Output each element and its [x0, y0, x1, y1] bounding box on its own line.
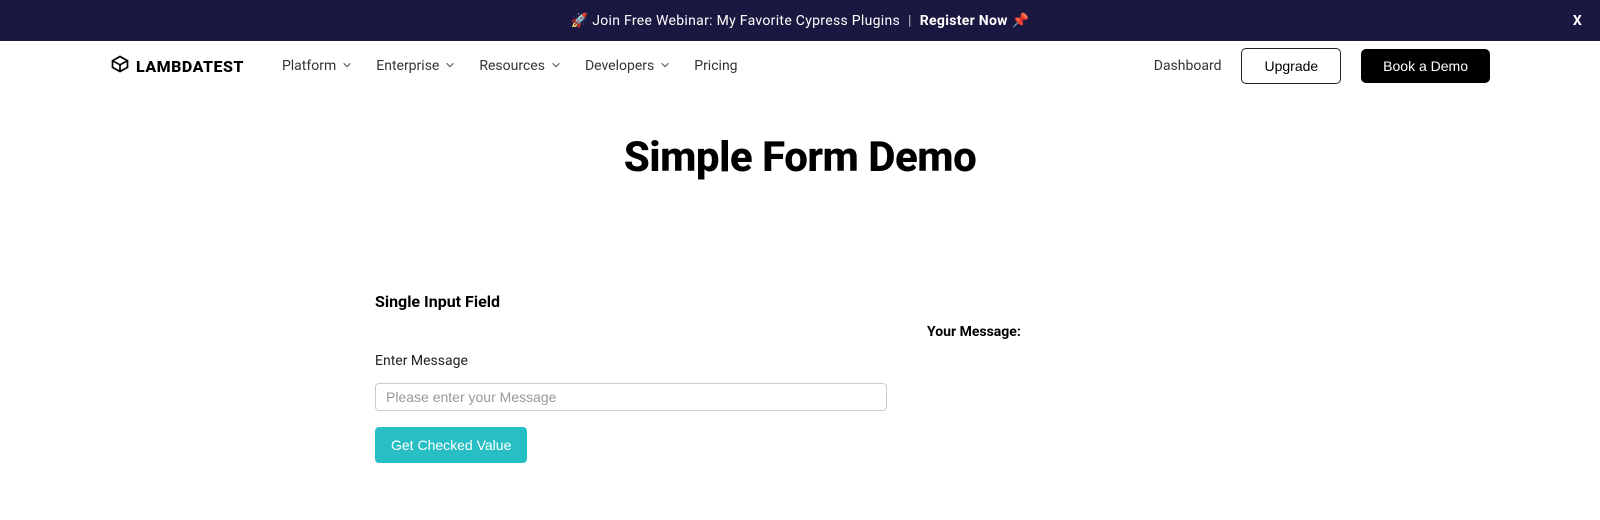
- promo-banner: 🚀 Join Free Webinar: My Favorite Cypress…: [0, 0, 1600, 41]
- page-title: Simple Form Demo: [0, 133, 1600, 182]
- message-field-label: Enter Message: [375, 353, 887, 369]
- nav-label: Enterprise: [376, 58, 439, 74]
- logo-text: LAMBDATEST: [136, 57, 244, 76]
- message-input[interactable]: [375, 383, 887, 411]
- rocket-icon: 🚀: [571, 13, 589, 29]
- upgrade-button[interactable]: Upgrade: [1241, 48, 1341, 84]
- section-heading: Single Input Field: [375, 292, 887, 311]
- nav-pricing[interactable]: Pricing: [694, 58, 737, 74]
- form-section: Single Input Field Enter Message Get Che…: [375, 292, 887, 463]
- nav-label: Developers: [585, 58, 654, 74]
- chevron-down-icon: [551, 58, 561, 74]
- main-header: LAMBDATEST Platform Enterprise Resources…: [0, 41, 1600, 91]
- logo[interactable]: LAMBDATEST: [110, 54, 244, 78]
- nav-enterprise[interactable]: Enterprise: [376, 58, 455, 74]
- your-message-label: Your Message:: [927, 324, 1490, 340]
- banner-text: Join Free Webinar: My Favorite Cypress P…: [592, 13, 900, 29]
- nav-resources[interactable]: Resources: [479, 58, 561, 74]
- logo-icon: [110, 54, 130, 78]
- pin-icon: 📌: [1012, 13, 1030, 29]
- banner-divider: |: [908, 13, 912, 29]
- book-demo-button[interactable]: Book a Demo: [1361, 49, 1490, 83]
- output-section: Your Message:: [927, 292, 1490, 463]
- dashboard-link[interactable]: Dashboard: [1154, 58, 1222, 74]
- nav-label: Platform: [282, 58, 336, 74]
- get-checked-value-button[interactable]: Get Checked Value: [375, 427, 527, 463]
- nav-label: Resources: [479, 58, 545, 74]
- register-now-link[interactable]: Register Now: [920, 13, 1008, 29]
- nav-platform[interactable]: Platform: [282, 58, 352, 74]
- header-actions: Dashboard Upgrade Book a Demo: [1154, 48, 1490, 84]
- nav-label: Pricing: [694, 58, 737, 74]
- main-nav: Platform Enterprise Resources Developers…: [282, 58, 738, 74]
- chevron-down-icon: [445, 58, 455, 74]
- chevron-down-icon: [342, 58, 352, 74]
- main-content: Single Input Field Enter Message Get Che…: [0, 292, 1600, 463]
- chevron-down-icon: [660, 58, 670, 74]
- close-banner-button[interactable]: X: [1573, 13, 1582, 29]
- nav-developers[interactable]: Developers: [585, 58, 670, 74]
